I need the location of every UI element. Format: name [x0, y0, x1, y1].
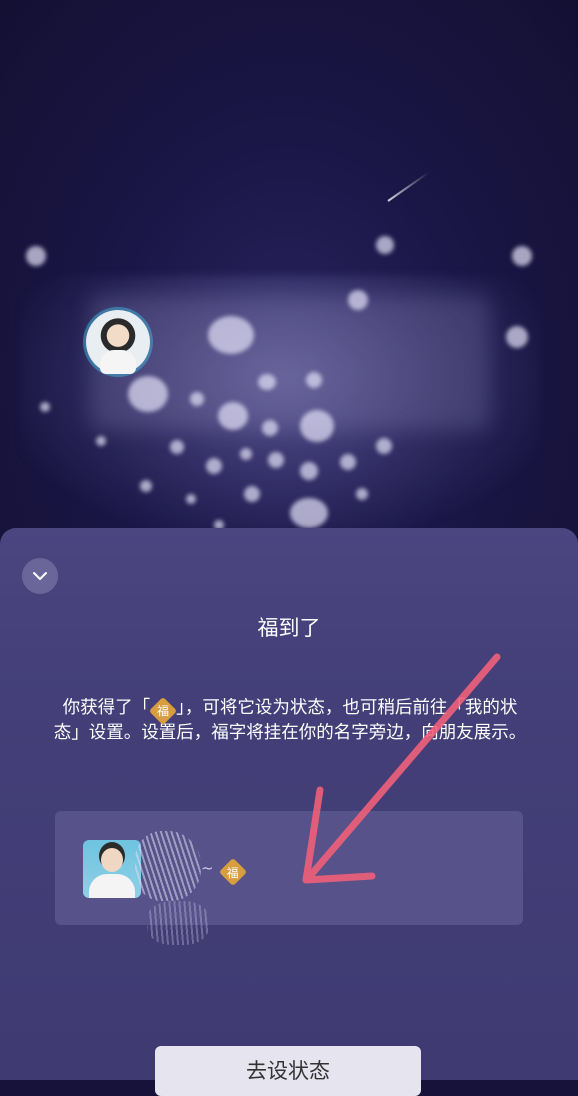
name-separator: ~: [201, 859, 214, 877]
set-status-button[interactable]: 去设状态: [155, 1046, 421, 1096]
redacted-scribble-tail: [147, 901, 209, 945]
avatar-face: [101, 848, 123, 872]
bokeh-light: [26, 246, 46, 266]
bokeh-light: [240, 448, 252, 460]
bokeh-light: [506, 326, 528, 348]
sheet-description: 你获得了「福」，可将它设为状态，也可稍后前往「我的状态」设置。设置后，福字将挂在…: [52, 696, 528, 745]
bokeh-light: [356, 488, 368, 500]
background-scene: [0, 0, 578, 540]
bokeh-light: [376, 236, 394, 254]
bokeh-light: [244, 486, 260, 502]
bokeh-light: [128, 376, 168, 412]
bokeh-light: [300, 462, 318, 480]
bokeh-light: [512, 246, 532, 266]
bokeh-light: [170, 440, 184, 454]
bokeh-light: [348, 290, 368, 310]
status-bottom-sheet: 福到了 你获得了「福」，可将它设为状态，也可稍后前往「我的状态」设置。设置后，福…: [0, 528, 578, 1096]
bokeh-light: [340, 454, 356, 470]
avatar-shirt: [100, 350, 136, 374]
bokeh-light: [268, 452, 284, 468]
bokeh-light: [208, 316, 254, 354]
preview-fu-badge: 福: [218, 857, 248, 887]
bokeh-light: [40, 402, 50, 412]
meteor-decoration: [387, 171, 430, 202]
bokeh-light: [258, 374, 276, 390]
fu-badge-char: 福: [157, 703, 170, 718]
sheet-title: 福到了: [257, 616, 321, 640]
fu-status-badge: 福: [148, 696, 178, 726]
bokeh-light: [376, 438, 392, 454]
preview-fu-badge-char: 福: [226, 865, 240, 880]
user-avatar: [86, 310, 150, 374]
bokeh-light: [300, 410, 334, 442]
bokeh-light: [262, 420, 278, 436]
collapse-button[interactable]: [22, 558, 58, 594]
bokeh-light: [306, 372, 322, 388]
bokeh-light: [190, 392, 204, 406]
bokeh-light: [206, 458, 222, 474]
avatar-body: [89, 874, 135, 898]
chevron-down-icon: [33, 572, 47, 580]
bokeh-light: [96, 436, 106, 446]
bokeh-light: [186, 494, 196, 504]
bokeh-light: [218, 402, 248, 430]
status-preview-card: ~ 福: [55, 811, 523, 945]
bokeh-light: [140, 480, 152, 492]
redacted-name-scribble: [135, 831, 201, 901]
description-text-start: 你获得了「: [62, 698, 151, 718]
preview-avatar: [83, 840, 141, 898]
bokeh-light: [290, 498, 328, 528]
